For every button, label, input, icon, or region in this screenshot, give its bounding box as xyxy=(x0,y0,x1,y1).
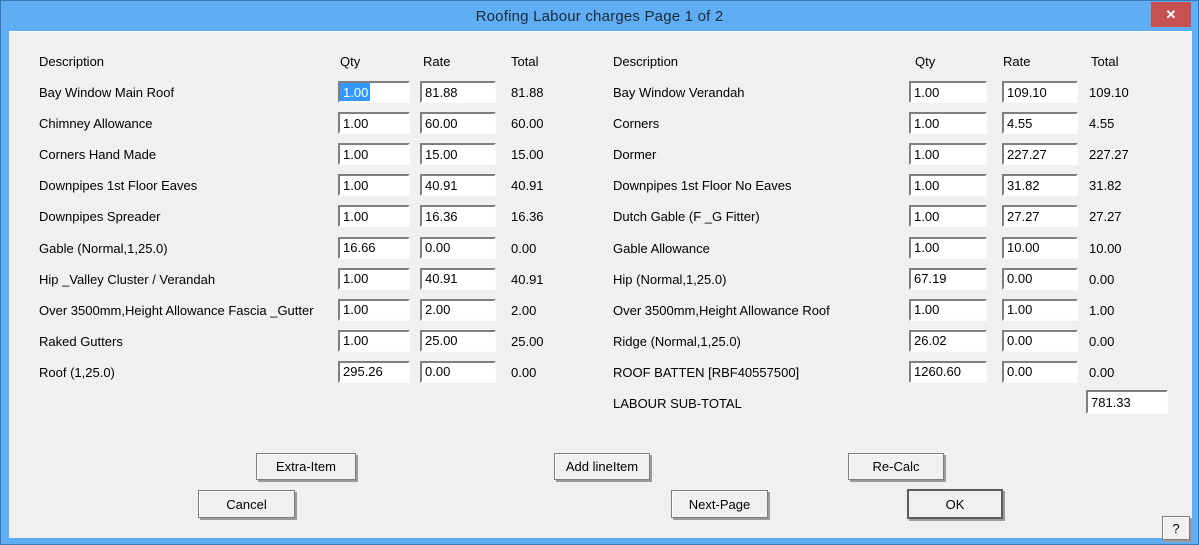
row-description: Dutch Gable (F _G Fitter) xyxy=(613,209,760,225)
row-description: Ridge (Normal,1,25.0) xyxy=(613,333,741,349)
header-total-left: Total xyxy=(511,54,539,69)
dialog-body: Description Qty Rate Total Description Q… xyxy=(9,31,1192,540)
header-qty-left: Qty xyxy=(340,54,361,69)
row-description: Gable Allowance xyxy=(613,240,710,256)
qty-input[interactable] xyxy=(909,112,987,135)
table-row: Over 3500mm,Height Allowance Roof 1.00 xyxy=(9,298,1192,325)
table-row: Dormer 227.27 xyxy=(9,143,1192,169)
rate-input[interactable] xyxy=(1002,360,1078,383)
header-qty-right: Qty xyxy=(915,54,936,69)
header-rate-right: Rate xyxy=(1003,54,1031,69)
header-description-right: Description xyxy=(613,54,679,69)
table-row: Ridge (Normal,1,25.0) 0.00 xyxy=(9,329,1192,356)
rate-input[interactable] xyxy=(1002,112,1078,135)
rate-input[interactable] xyxy=(1002,81,1078,103)
row-total: 10.00 xyxy=(1089,240,1122,256)
row-description: Over 3500mm,Height Allowance Roof xyxy=(613,302,830,318)
rate-input[interactable] xyxy=(1002,267,1078,290)
row-description: Bay Window Verandah xyxy=(613,85,745,100)
row-total: 109.10 xyxy=(1089,85,1129,100)
table-row: Hip (Normal,1,25.0) 0.00 xyxy=(9,267,1192,294)
subtotal-row: LABOUR SUB-TOTAL xyxy=(9,390,1192,418)
extra-item-button[interactable]: Extra-Item xyxy=(256,453,356,480)
rate-input[interactable] xyxy=(1002,143,1078,166)
row-total: 27.27 xyxy=(1089,209,1122,225)
row-total: 1.00 xyxy=(1089,302,1115,318)
row-total: 31.82 xyxy=(1089,178,1122,194)
qty-input[interactable] xyxy=(909,236,987,259)
row-description: Dormer xyxy=(613,147,657,163)
rate-input[interactable] xyxy=(1002,205,1078,228)
row-total: 0.00 xyxy=(1089,333,1115,349)
help-button[interactable]: ? xyxy=(1162,516,1190,540)
row-description: Corners xyxy=(613,116,660,132)
row-total: 0.00 xyxy=(1089,271,1115,287)
recalc-button[interactable]: Re-Calc xyxy=(848,453,944,480)
row-total: 227.27 xyxy=(1089,147,1129,163)
row-description: ROOF BATTEN [RBF40557500] xyxy=(613,364,800,380)
add-lineitem-button[interactable]: Add lineItem xyxy=(554,453,650,480)
rate-input[interactable] xyxy=(1002,329,1078,352)
table-row: Bay Window Verandah 109.10 xyxy=(9,81,1192,107)
next-page-button[interactable]: Next-Page xyxy=(671,490,768,518)
table-row: Corners 4.55 xyxy=(9,112,1192,138)
row-description: Downpipes 1st Floor No Eaves xyxy=(613,178,792,194)
header-rate-left: Rate xyxy=(423,54,451,69)
title-bar[interactable]: Roofing Labour charges Page 1 of 2 xyxy=(1,1,1198,31)
qty-input[interactable] xyxy=(909,205,987,228)
subtotal-input[interactable] xyxy=(1086,390,1168,414)
subtotal-label: LABOUR SUB-TOTAL xyxy=(613,396,742,411)
rate-input[interactable] xyxy=(1002,298,1078,321)
rate-input[interactable] xyxy=(1002,174,1078,197)
close-button[interactable]: ✕ xyxy=(1151,2,1191,27)
qty-input[interactable] xyxy=(909,298,987,321)
close-icon: ✕ xyxy=(1165,6,1177,22)
qty-input[interactable] xyxy=(909,174,987,197)
table-row: Gable Allowance 10.00 xyxy=(9,236,1192,263)
qty-input[interactable] xyxy=(909,143,987,166)
qty-input[interactable] xyxy=(909,360,987,383)
cancel-button[interactable]: Cancel xyxy=(198,490,295,518)
qty-input[interactable] xyxy=(909,81,987,103)
header-total-right: Total xyxy=(1091,54,1119,69)
row-description: Hip (Normal,1,25.0) xyxy=(613,271,727,287)
rate-input[interactable] xyxy=(1002,236,1078,259)
table-row: Downpipes 1st Floor No Eaves 31.82 xyxy=(9,174,1192,200)
qty-input[interactable] xyxy=(909,267,987,290)
table-row: ROOF BATTEN [RBF40557500] 0.00 xyxy=(9,360,1192,387)
qty-input[interactable] xyxy=(909,329,987,352)
row-total: 0.00 xyxy=(1089,364,1115,380)
table-row: Dutch Gable (F _G Fitter) 27.27 xyxy=(9,205,1192,231)
dialog-window: Roofing Labour charges Page 1 of 2 ✕ Des… xyxy=(0,0,1199,545)
ok-button[interactable]: OK xyxy=(907,489,1003,519)
header-description-left: Description xyxy=(39,54,105,69)
row-total: 4.55 xyxy=(1089,116,1115,132)
window-title: Roofing Labour charges Page 1 of 2 xyxy=(475,7,724,25)
